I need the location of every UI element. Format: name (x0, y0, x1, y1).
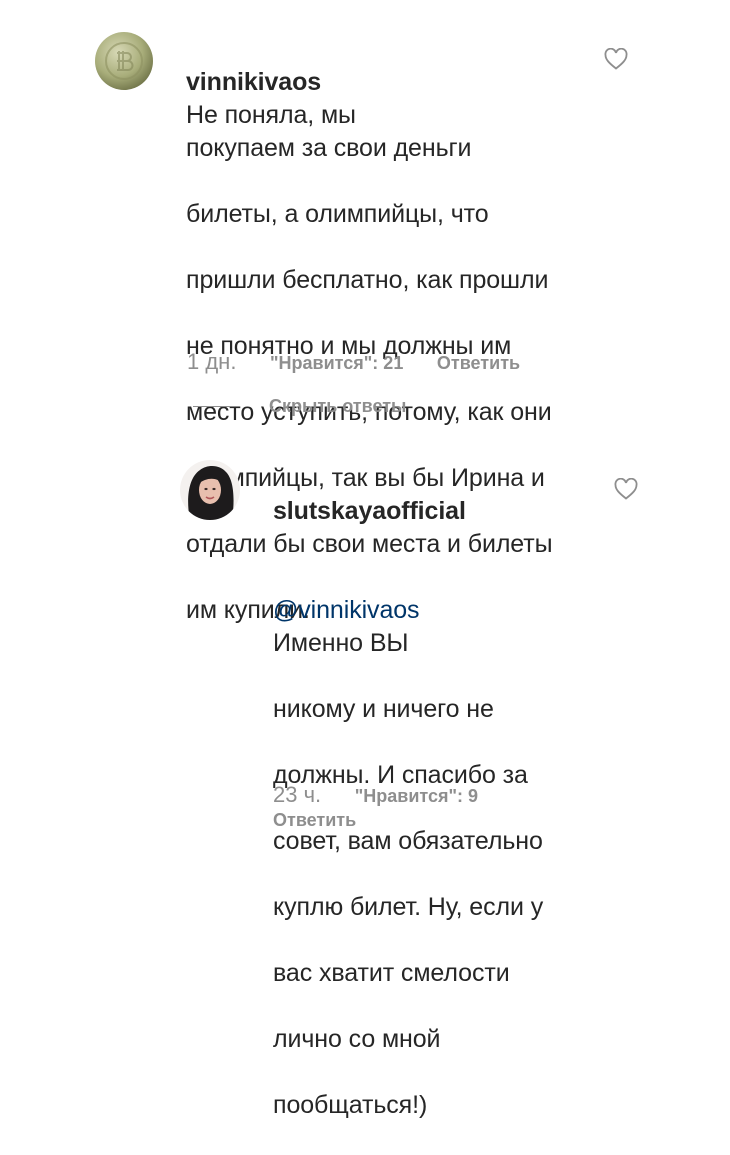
comment-line: пришли бесплатно, как прошли (186, 266, 549, 294)
comment-line: покупаем за свои деньги (186, 134, 472, 162)
comment-line: никому и ничего не (273, 695, 494, 723)
bitcoin-avatar-icon (95, 32, 153, 90)
comment-username[interactable]: vinnikivaos (186, 68, 321, 96)
avatar[interactable] (180, 460, 240, 520)
woman-portrait-avatar-icon (180, 460, 240, 520)
comment-line: вас хватит смелости (273, 959, 510, 987)
comment-text: slutskayaofficial @vinnikivaos Именно ВЫ… (273, 462, 543, 1155)
comment-time[interactable]: 23 ч. (273, 782, 321, 807)
mention-link[interactable]: @vinnikivaos (273, 596, 420, 624)
reply-button[interactable]: Ответить (273, 810, 356, 831)
avatar[interactable] (95, 32, 153, 90)
like-heart-icon[interactable] (614, 478, 638, 500)
comment-line: лично со мной (273, 1025, 441, 1053)
comment-meta: 23 ч. "Нравится": 9 (273, 782, 478, 808)
comment-likes-count[interactable]: "Нравится": 21 (270, 353, 403, 373)
hide-replies-label: Скрыть ответы (269, 396, 407, 416)
like-heart-icon[interactable] (604, 48, 628, 70)
comment-username[interactable]: slutskayaofficial (273, 495, 543, 528)
hide-replies-button[interactable]: Скрыть ответы (193, 396, 406, 417)
comment-meta: 1 дн. "Нравится": 21 Ответить (187, 349, 520, 375)
comment-line: куплю билет. Ну, если у (273, 893, 544, 921)
divider-dash (193, 406, 239, 407)
comment-line: пообщаться!) (273, 1091, 428, 1119)
comment-first-line: Именно ВЫ (273, 629, 409, 657)
reply-button[interactable]: Ответить (437, 353, 520, 373)
comment-likes-count[interactable]: "Нравится": 9 (355, 786, 478, 806)
comment-line: билеты, а олимпийцы, что (186, 200, 489, 228)
comment-time[interactable]: 1 дн. (187, 349, 236, 374)
comment-first-line: Не поняла, мы (186, 101, 356, 129)
